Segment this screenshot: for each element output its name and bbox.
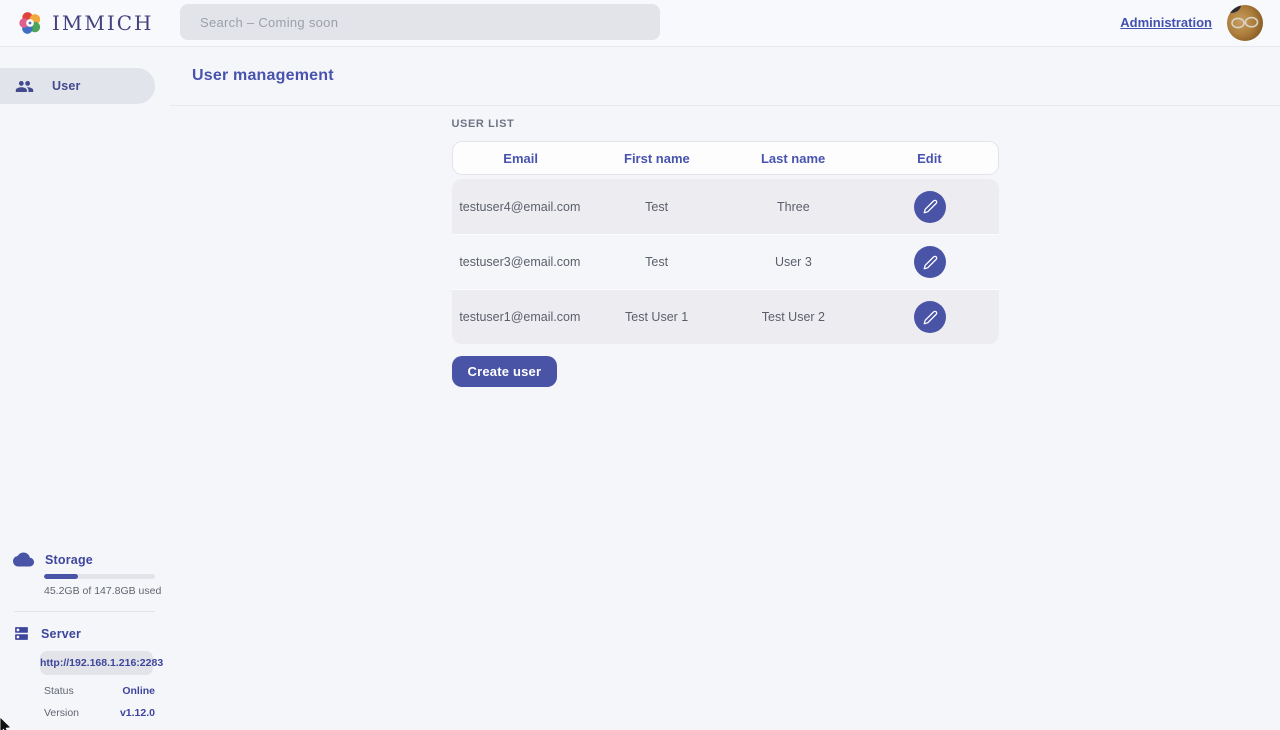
storage-title: Storage [45,553,93,567]
storage-usage-text: 45.2GB of 147.8GB used [44,585,170,597]
glasses-icon [1230,15,1260,31]
cell-email: testuser3@email.com [452,255,589,269]
immich-logo: IMMICH [16,9,154,37]
sidebar-status-panels: Storage 45.2GB of 147.8GB used Server ht… [0,552,170,719]
edit-user-button[interactable] [914,301,946,333]
cell-first-name: Test [588,200,725,214]
server-icon [13,625,30,642]
table-row: testuser3@email.com Test User 3 [452,234,999,289]
create-user-button[interactable]: Create user [452,356,558,387]
immich-flower-icon [16,9,44,37]
col-header-edit: Edit [861,151,997,166]
sidebar: User Storage 45.2GB of 147.8GB used [0,47,170,729]
cell-last-name: Test User 2 [725,310,862,324]
avatar-photo-shadow [1227,5,1241,13]
server-url-chip: http://192.168.1.216:2283 [40,651,153,675]
main-content: User management USER LIST Email First na… [170,47,1280,729]
server-title: Server [41,627,81,641]
server-version-label: Version [44,707,79,719]
avatar[interactable] [1227,5,1263,41]
table-row: testuser1@email.com Test User 1 Test Use… [452,289,999,344]
storage-progress-fill [44,574,78,579]
cell-email: testuser4@email.com [452,200,589,214]
pencil-icon [923,255,938,270]
sidebar-item-label: User [52,79,81,93]
top-bar: IMMICH Administration [0,0,1280,47]
server-status-label: Status [44,685,74,697]
logo-text: IMMICH [52,11,154,35]
pencil-icon [923,310,938,325]
cell-first-name: Test User 1 [588,310,725,324]
server-status-value: Online [122,685,155,697]
page-title-bar: User management [170,47,1280,106]
edit-user-button[interactable] [914,191,946,223]
users-group-icon [15,77,34,96]
col-header-last-name: Last name [725,151,861,166]
cloud-icon [13,552,34,567]
col-header-email: Email [453,151,589,166]
administration-link[interactable]: Administration [1120,15,1212,30]
user-list-label: USER LIST [452,118,999,130]
storage-progress-bar [44,574,155,579]
col-header-first-name: First name [589,151,725,166]
sidebar-item-user[interactable]: User [0,68,155,104]
cell-first-name: Test [588,255,725,269]
search-input[interactable] [180,4,660,40]
server-version-value: v1.12.0 [120,707,155,719]
cell-last-name: Three [725,200,862,214]
cell-email: testuser1@email.com [452,310,589,324]
table-row: testuser4@email.com Test Three [452,179,999,234]
cell-last-name: User 3 [725,255,862,269]
pencil-icon [923,199,938,214]
sidebar-divider [14,611,155,612]
page-title: User management [192,67,334,85]
table-header-row: Email First name Last name Edit [452,141,999,175]
user-table: testuser4@email.com Test Three testuser3… [452,179,999,344]
edit-user-button[interactable] [914,246,946,278]
